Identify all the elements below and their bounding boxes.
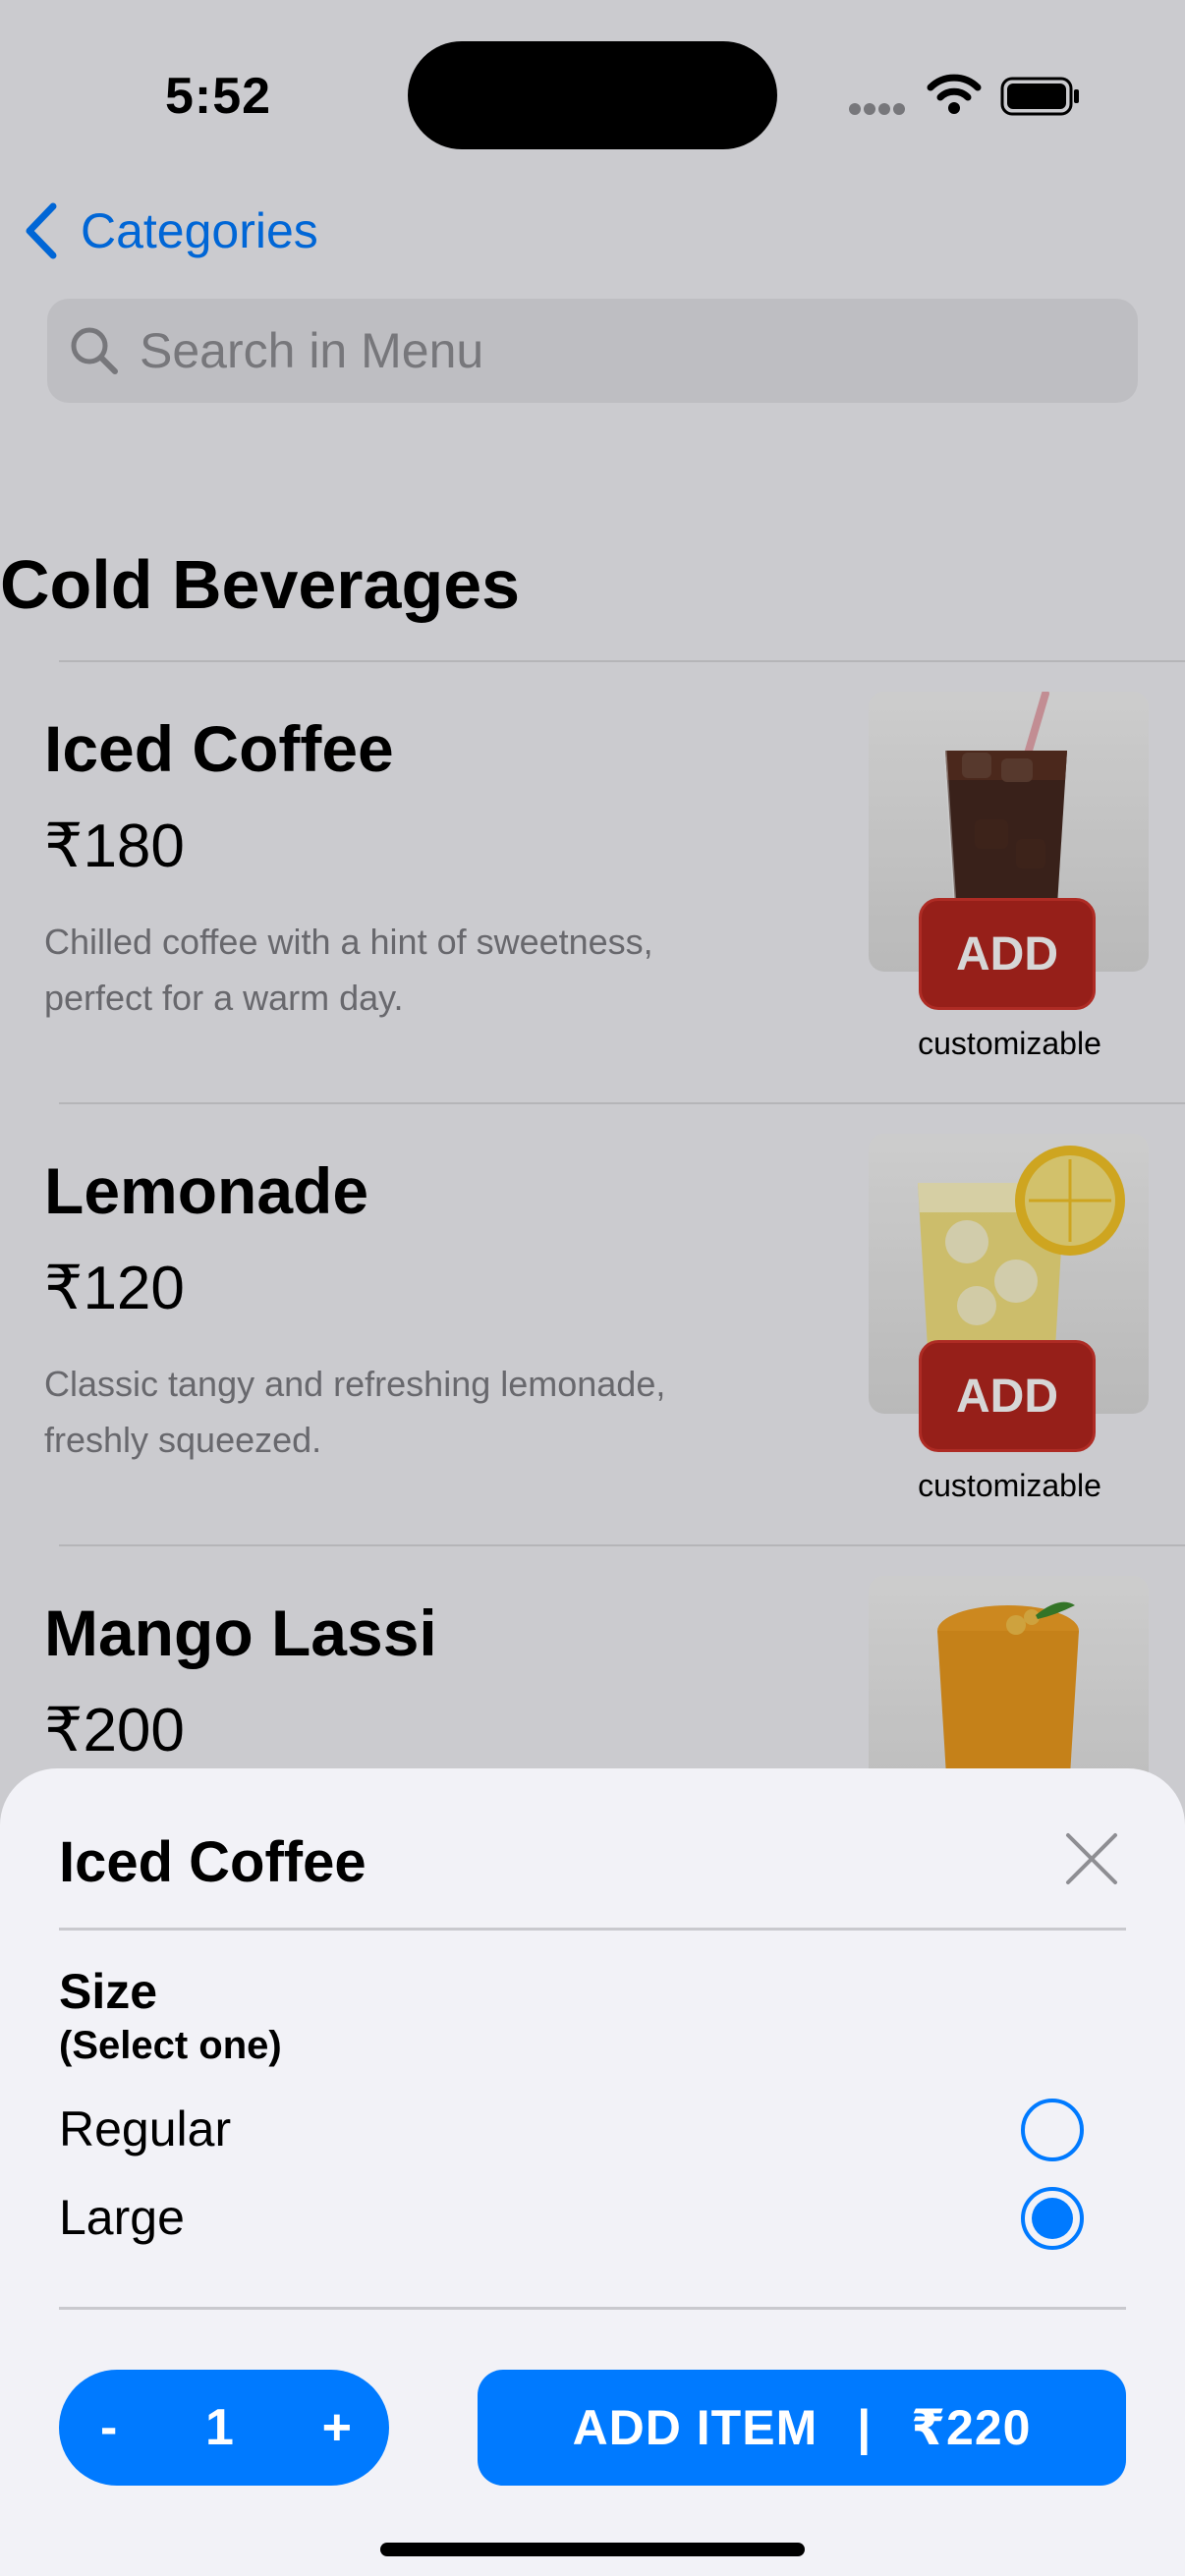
size-group-title: Size xyxy=(59,1964,158,2019)
option-large-label[interactable]: Large xyxy=(59,2189,185,2246)
add-item-separator: | xyxy=(857,2400,873,2455)
quantity-value: 1 xyxy=(205,2399,234,2456)
quantity-stepper: - 1 + xyxy=(59,2370,389,2486)
customization-sheet: Iced Coffee Size (Select one) Regular La… xyxy=(0,1768,1185,2576)
home-indicator[interactable] xyxy=(380,2543,805,2556)
add-item-button[interactable]: ADD ITEM | ₹220 xyxy=(478,2370,1126,2486)
add-item-price: ₹220 xyxy=(911,2400,1032,2455)
add-item-label: ADD ITEM xyxy=(572,2400,818,2455)
close-icon[interactable] xyxy=(1064,1831,1119,1886)
decrement-button[interactable]: - xyxy=(100,2398,117,2457)
radio-large[interactable] xyxy=(1021,2187,1084,2250)
radio-regular[interactable] xyxy=(1021,2099,1084,2161)
sheet-divider xyxy=(59,2307,1126,2310)
size-group-subtitle: (Select one) xyxy=(59,2024,282,2067)
increment-button[interactable]: + xyxy=(322,2398,352,2457)
sheet-divider xyxy=(59,1928,1126,1931)
sheet-title: Iced Coffee xyxy=(59,1830,367,1894)
option-regular-label[interactable]: Regular xyxy=(59,2100,231,2157)
